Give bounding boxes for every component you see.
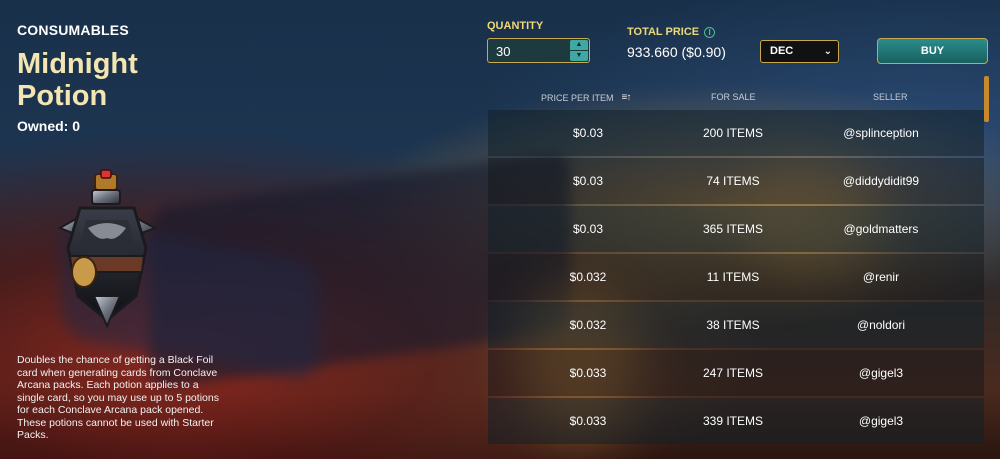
price-cell: $0.03: [572, 126, 604, 140]
total-price-label-group: TOTAL PRICE i: [627, 26, 716, 38]
for-sale-cell: 339 ITEMS: [702, 414, 764, 428]
table-row[interactable]: $0.03 200 ITEMS @splinception: [488, 110, 984, 156]
seller-cell: @noldori: [856, 318, 906, 332]
for-sale-cell: 247 ITEMS: [702, 366, 764, 380]
table-row[interactable]: $0.03 365 ITEMS @goldmatters: [488, 206, 984, 252]
price-cell: $0.03: [572, 222, 604, 236]
chevron-down-icon: ⌄: [823, 46, 832, 57]
listings-table-body: $0.03 200 ITEMS @splinception $0.03 74 I…: [488, 110, 984, 446]
currency-select[interactable]: DEC ⌄: [760, 40, 839, 63]
item-description: Doubles the chance of getting a Black Fo…: [17, 354, 219, 441]
currency-selected: DEC: [770, 45, 794, 57]
stepper-buttons: ▲ ▼: [570, 40, 588, 61]
price-cell: $0.032: [569, 270, 607, 284]
item-info-panel: CONSUMABLES Midnight Potion Owned: 0: [17, 22, 247, 134]
seller-cell: @gigel3: [858, 366, 904, 380]
scrollbar-thumb[interactable]: [984, 76, 989, 122]
seller-cell: @diddydidit99: [842, 174, 920, 188]
seller-cell: @splinception: [843, 126, 919, 140]
owned-label: Owned:: [17, 118, 69, 134]
owned-value: 0: [72, 118, 81, 134]
listings-table-header: PRICE PER ITEM ≡↑ FOR SALE SELLER: [488, 92, 983, 106]
table-row[interactable]: $0.032 11 ITEMS @renir: [488, 254, 984, 300]
for-sale-cell: 38 ITEMS: [706, 318, 760, 332]
for-sale-cell: 365 ITEMS: [702, 222, 764, 236]
table-row[interactable]: $0.033 339 ITEMS @gigel3: [488, 398, 984, 444]
buy-button[interactable]: BUY: [877, 38, 988, 64]
column-header-seller: SELLER: [873, 92, 908, 102]
quantity-label: QUANTITY: [487, 20, 544, 32]
table-row[interactable]: $0.03 74 ITEMS @diddydidit99: [488, 158, 984, 204]
column-header-price[interactable]: PRICE PER ITEM ≡↑: [541, 92, 632, 103]
column-header-for-sale: FOR SALE: [711, 92, 756, 102]
item-category: CONSUMABLES: [17, 22, 129, 38]
table-row[interactable]: $0.032 38 ITEMS @noldori: [488, 302, 984, 348]
item-title: Midnight Potion: [17, 48, 138, 112]
total-price-label: TOTAL PRICE: [627, 26, 700, 38]
seller-cell: @goldmatters: [843, 222, 919, 236]
seller-cell: @gigel3: [858, 414, 904, 428]
price-cell: $0.033: [569, 414, 607, 428]
quantity-input[interactable]: [488, 39, 578, 64]
info-icon[interactable]: i: [704, 26, 716, 38]
price-cell: $0.03: [572, 174, 604, 188]
total-price-value: 933.660 ($0.90): [627, 44, 726, 60]
price-header-label: PRICE PER ITEM: [541, 92, 614, 103]
price-cell: $0.032: [569, 318, 607, 332]
table-row[interactable]: $0.033 247 ITEMS @gigel3: [488, 350, 984, 396]
seller-cell: @renir: [862, 270, 900, 284]
owned-count: Owned: 0: [17, 118, 247, 134]
for-sale-cell: 74 ITEMS: [706, 174, 760, 188]
sort-icon[interactable]: ≡↑: [622, 92, 632, 103]
potion-bottle-icon: [57, 169, 158, 328]
price-cell: $0.033: [569, 366, 607, 380]
for-sale-cell: 200 ITEMS: [702, 126, 764, 140]
decrement-arrow-icon[interactable]: ▼: [570, 51, 588, 61]
increment-arrow-icon[interactable]: ▲: [570, 40, 588, 50]
for-sale-cell: 11 ITEMS: [706, 270, 760, 284]
quantity-stepper[interactable]: ▲ ▼: [487, 38, 590, 64]
